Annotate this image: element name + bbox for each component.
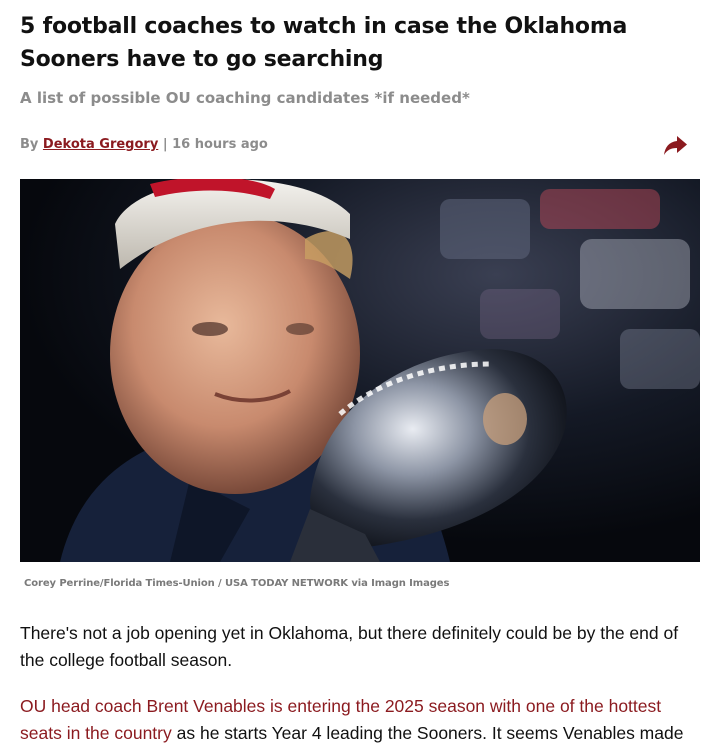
byline-prefix: By — [20, 137, 39, 152]
article: 5 football coaches to watch in case the … — [0, 0, 720, 747]
share-arrow-icon — [664, 136, 687, 155]
byline: By Dekota Gregory | 16 hours ago — [20, 136, 268, 154]
paragraph-1: There's not a job opening yet in Oklahom… — [20, 623, 679, 670]
headline: 5 football coaches to watch in case the … — [20, 14, 628, 72]
author-link[interactable]: Dekota Gregory — [43, 137, 158, 152]
article-photo — [20, 179, 700, 562]
subheadline: A list of possible OU coaching candidate… — [20, 89, 470, 107]
coach-trophy-photo — [20, 179, 700, 562]
byline-separator: | — [162, 137, 168, 152]
paragraph-2-text: as he starts Year 4 leading the Sooners.… — [171, 723, 684, 743]
paragraph-2: OU head coach Brent Venables is entering… — [20, 693, 705, 747]
share-button[interactable] — [662, 133, 690, 157]
publish-time: 16 hours ago — [172, 137, 268, 152]
photo-caption: Corey Perrine/Florida Times-Union / USA … — [24, 578, 450, 589]
